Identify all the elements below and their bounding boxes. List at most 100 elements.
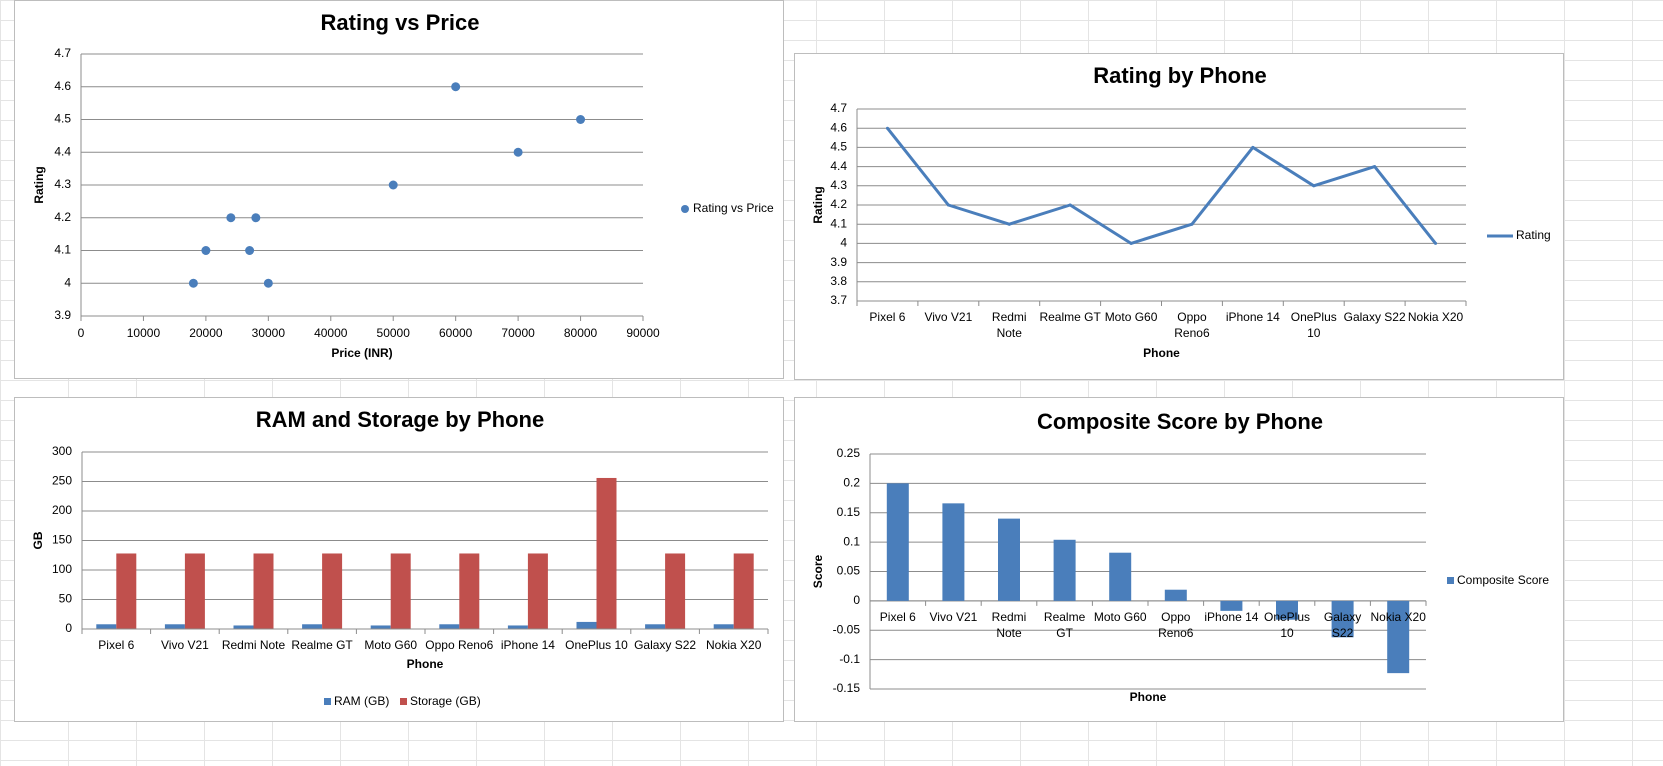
- legend-marker: [681, 205, 689, 213]
- y-tick-label: 0: [853, 593, 860, 607]
- x-tick-label: Pixel 6: [880, 610, 916, 624]
- y-axis-label: Rating: [32, 166, 46, 203]
- y-tick-label: 3.7: [830, 293, 847, 307]
- score-bar: [886, 483, 909, 601]
- y-tick-label: 4.1: [830, 216, 847, 230]
- y-tick-label: -0.05: [833, 622, 861, 636]
- x-tick-label: Oppo: [1161, 610, 1191, 624]
- legend-label: Rating: [1516, 228, 1551, 242]
- x-tick-label: Galaxy: [1324, 610, 1361, 624]
- x-tick-label: Galaxy S22: [634, 638, 696, 652]
- x-tick-label: OnePlus 10: [565, 638, 628, 652]
- legend-label: Composite Score: [1457, 573, 1549, 587]
- x-tick-label: iPhone 14: [1226, 310, 1280, 324]
- storage-bar: [665, 553, 686, 629]
- y-tick-label: 0.05: [837, 564, 861, 578]
- chart-title: Rating vs Price: [321, 10, 480, 35]
- y-tick-label: -0.15: [833, 681, 861, 695]
- y-tick-label: 4.2: [54, 210, 71, 224]
- storage-bar: [527, 553, 548, 629]
- ram-bar: [439, 624, 460, 629]
- ram-bar: [302, 624, 323, 629]
- chart-title: RAM and Storage by Phone: [256, 407, 544, 432]
- legend-marker: [400, 698, 407, 705]
- storage-bar: [184, 553, 205, 629]
- legend-marker: [324, 698, 331, 705]
- x-tick-label: Galaxy S22: [1344, 310, 1406, 324]
- storage-bar: [253, 553, 274, 629]
- scatter-point: [576, 115, 586, 124]
- ram-bar: [576, 621, 597, 629]
- x-tick-label: 40000: [314, 326, 348, 340]
- y-tick-label: 150: [52, 533, 72, 547]
- line-point: [1312, 184, 1316, 188]
- line-point: [1068, 203, 1072, 207]
- y-tick-label: 100: [52, 562, 72, 576]
- chart-canvas: RAM and Storage by Phone 0 50 100 150 200 250 3…: [31, 407, 769, 708]
- score-bar: [1053, 539, 1076, 601]
- y-tick-label: 250: [52, 474, 72, 488]
- scatter-point: [226, 213, 236, 223]
- x-tick-label: Reno6: [1174, 326, 1210, 340]
- y-tick-label: 4.6: [54, 79, 71, 93]
- y-tick-label: 300: [52, 444, 72, 458]
- y-tick-label: 4.4: [830, 159, 847, 173]
- chart-canvas: Composite Score by Phone -0.15 -0.1 -0.05 0 0…: [811, 409, 1549, 704]
- legend-label: Storage (GB): [410, 694, 481, 708]
- y-tick-label: 4.7: [54, 46, 71, 60]
- y-tick-label: 3.8: [830, 274, 847, 288]
- y-tick-label: 4.5: [830, 140, 847, 154]
- y-tick-label: -0.1: [839, 652, 860, 666]
- y-axis-label: GB: [31, 531, 45, 549]
- x-tick-label: 30000: [252, 326, 286, 340]
- x-tick-label: OnePlus: [1291, 310, 1337, 324]
- y-tick-label: 3.9: [54, 308, 71, 322]
- y-tick-label: 4.3: [830, 178, 847, 192]
- x-tick-label: 10000: [127, 326, 161, 340]
- x-tick-label: 80000: [564, 326, 598, 340]
- scatter-point: [251, 213, 261, 223]
- composite-score-by-phone-chart[interactable]: Composite Score by Phone -0.15 -0.1 -0.05 0 0…: [794, 397, 1564, 722]
- y-axis-label: Score: [811, 555, 825, 589]
- x-tick-label: Vivo V21: [161, 638, 209, 652]
- scatter-point: [201, 246, 211, 255]
- line-point: [1251, 145, 1255, 149]
- y-tick-label: 3.9: [830, 255, 847, 269]
- storage-bar: [322, 553, 343, 629]
- x-tick-label: Vivo V21: [924, 310, 972, 324]
- score-bar: [942, 503, 965, 601]
- x-tick-label: Realme GT: [1039, 310, 1101, 324]
- scatter-point: [513, 147, 523, 157]
- ram-bar: [645, 624, 666, 629]
- x-axis-label: Phone: [1143, 346, 1180, 360]
- x-tick-label: Moto G60: [1094, 610, 1147, 624]
- x-tick-label: Realme: [1044, 610, 1086, 624]
- rating-vs-price-chart[interactable]: Rating vs Price 3.9 4 4.1 4.2 4.3 4.4 4.5 4.6 4.7…: [14, 0, 784, 379]
- x-tick-label: iPhone 14: [1204, 610, 1258, 624]
- x-tick-label: GT: [1056, 626, 1073, 640]
- y-tick-label: 50: [59, 592, 73, 606]
- rating-by-phone-chart[interactable]: Rating by Phone 3.7 3.8 3.9 4 4.1 4.2 4.3 4.4 4.5…: [794, 53, 1564, 380]
- x-tick-label: S22: [1332, 626, 1354, 640]
- x-tick-label: Redmi: [992, 310, 1027, 324]
- y-tick-label: 0.2: [843, 476, 860, 490]
- y-tick-label: 4.3: [54, 177, 71, 191]
- scatter-point: [451, 82, 461, 92]
- x-tick-label: Realme GT: [291, 638, 353, 652]
- ram-storage-by-phone-chart[interactable]: RAM and Storage by Phone 0 50 100 150 200 250 3…: [14, 397, 784, 722]
- x-tick-label: 60000: [439, 326, 473, 340]
- y-tick-label: 0: [65, 621, 72, 635]
- storage-bar: [116, 553, 137, 629]
- line-point: [946, 203, 950, 207]
- chart-canvas: Rating by Phone 3.7 3.8 3.9 4 4.1 4.2 4.3 4.4 4.5…: [811, 63, 1551, 360]
- x-tick-label: Moto G60: [1105, 310, 1158, 324]
- line-point: [1190, 222, 1194, 226]
- x-tick-label: Moto G60: [364, 638, 417, 652]
- y-tick-label: 4.1: [54, 243, 71, 257]
- storage-bar: [596, 477, 617, 629]
- x-tick-label: Nokia X20: [1408, 310, 1464, 324]
- line-point: [1434, 241, 1438, 245]
- y-axis-label: Rating: [811, 186, 825, 223]
- ram-bar: [233, 625, 254, 629]
- scatter-point: [388, 180, 398, 190]
